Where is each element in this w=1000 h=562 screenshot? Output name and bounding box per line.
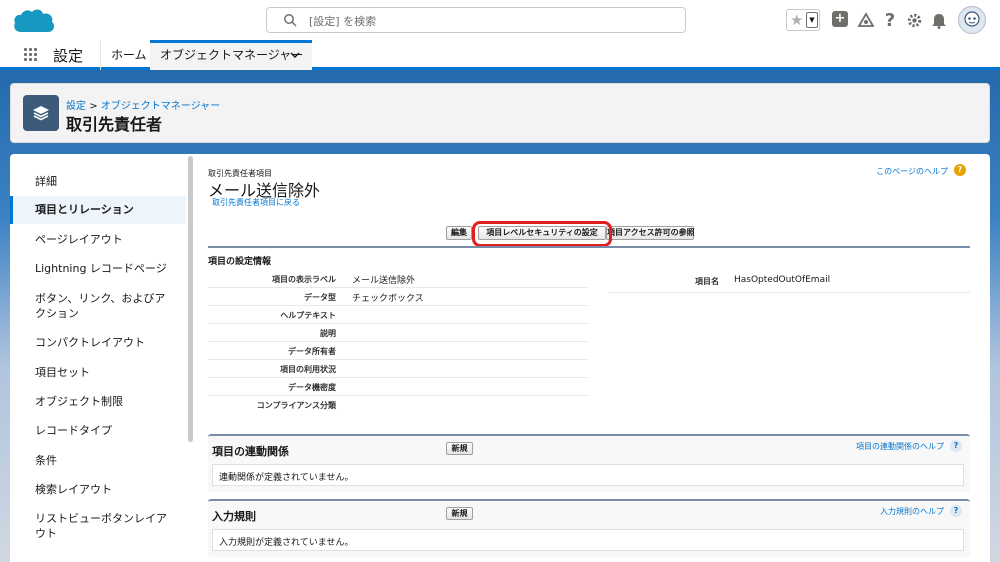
sidebar-item-list-view-buttons[interactable]: リストビューボタンレイアウト [10, 511, 186, 541]
sidebar-item-compact-layouts[interactable]: コンパクトレイアウト [10, 335, 186, 350]
trailhead-icon[interactable] [855, 9, 877, 31]
field-row: データ型 チェックボックス [208, 288, 588, 306]
sidebar-item-record-types[interactable]: レコードタイプ [10, 423, 186, 438]
api-name-value: HasOptedOutOfEmail [734, 275, 831, 285]
breadcrumb: 設定 > オブジェクトマネージャー [66, 97, 220, 112]
related-list-title: 入力規則 [212, 510, 256, 523]
tab-object-manager[interactable]: オブジェクトマネージャー [150, 40, 312, 70]
sidebar-item-field-sets[interactable]: 項目セット [10, 365, 186, 380]
related-list-validation-rules: 入力規則 新規 入力規則のヘルプ ? 入力規則が定義されていません。 [208, 499, 970, 557]
field-value: チェックボックス [352, 294, 424, 304]
layers-icon [23, 95, 59, 131]
object-sidebar: 詳細 項目とリレーション ページレイアウト Lightning レコードページ … [10, 154, 186, 562]
search-placeholder: [設定] を検索 [309, 15, 377, 28]
back-to-fields-link[interactable]: 取引先責任者項目に戻る [212, 197, 300, 208]
field-row: データ機密度 [208, 378, 588, 396]
highlight-annotation [472, 221, 612, 247]
related-list-dependencies: 項目の連動関係 新規 項目の連動関係のヘルプ ? 連動関係が定義されていません。 [208, 434, 970, 492]
add-icon[interactable]: + [832, 11, 848, 27]
sidebar-item-fields[interactable]: 項目とリレーション [10, 196, 186, 224]
related-list-empty: 入力規則が定義されていません。 [212, 529, 964, 551]
app-name: 設定 [53, 47, 84, 65]
sidebar-item-conditions[interactable]: 条件 [10, 453, 186, 468]
field-row: データ所有者 [208, 342, 588, 360]
related-list-title: 項目の連動関係 [212, 445, 289, 458]
field-label: データ型 [304, 293, 336, 302]
main-card: 詳細 項目とリレーション ページレイアウト Lightning レコードページ … [10, 154, 990, 562]
api-name-label: 項目名 [695, 277, 719, 286]
bell-icon[interactable] [928, 9, 950, 31]
field-label: 説明 [320, 329, 336, 338]
gear-icon[interactable] [903, 9, 925, 31]
related-list-help-link[interactable]: 入力規則のヘルプ [880, 506, 944, 517]
field-row: 説明 [208, 324, 588, 342]
field-row: 項目の利用状況 [208, 360, 588, 378]
salesforce-logo[interactable] [12, 6, 58, 38]
new-dependency-button[interactable]: 新規 [446, 442, 473, 455]
global-search-input[interactable]: [設定] を検索 [266, 7, 686, 33]
search-icon [284, 14, 297, 27]
section-title: 項目の設定情報 [208, 257, 272, 267]
page-title: 取引先責任者 [66, 115, 163, 134]
help-icon[interactable]: ? [950, 440, 962, 452]
field-row: コンプライアンス分類 [208, 396, 588, 414]
page-header: 設定 > オブジェクトマネージャー 取引先責任者 [10, 83, 990, 143]
sidebar-item-object-limits[interactable]: オブジェクト制限 [10, 394, 186, 409]
field-label: データ所有者 [288, 347, 336, 356]
field-detail-content: 取引先責任者項目 メール送信除外 取引先責任者項目に戻る このページのヘルプ ?… [206, 154, 970, 562]
field-row: ヘルプテキスト [208, 306, 588, 324]
tab-label: ホーム [111, 48, 147, 62]
chevron-down-icon[interactable]: ▼ [806, 12, 818, 28]
app-navigation: 設定 ホーム オブジェクトマネージャー [0, 40, 1000, 70]
view-field-accessibility-button[interactable]: 項目アクセス許可の参照 [606, 226, 695, 240]
tab-label: オブジェクトマネージャー [160, 48, 304, 62]
field-row: 項目の表示ラベル メール送信除外 [208, 270, 588, 288]
sidebar-item-search-layouts[interactable]: 検索レイアウト [10, 482, 186, 497]
tab-home[interactable]: ホーム [100, 40, 150, 70]
divider [608, 292, 970, 293]
global-header: [設定] を検索 ★ ▼ + ? [0, 0, 1000, 40]
app-launcher-icon[interactable] [24, 48, 38, 62]
page-help-link[interactable]: このページのヘルプ [876, 166, 948, 177]
field-label: コンプライアンス分類 [256, 401, 336, 410]
avatar[interactable] [958, 6, 986, 34]
sidebar-item-lightning-pages[interactable]: Lightning レコードページ [10, 261, 186, 276]
field-label: ヘルプテキスト [280, 311, 336, 320]
help-icon[interactable]: ? [879, 9, 901, 31]
sidebar-scrollbar[interactable] [188, 156, 193, 442]
related-list-empty: 連動関係が定義されていません。 [212, 464, 964, 486]
star-icon: ★ [790, 11, 804, 29]
edit-button[interactable]: 編集 [446, 226, 472, 240]
field-label: データ機密度 [288, 383, 336, 392]
chevron-down-icon[interactable] [290, 52, 300, 59]
field-label: 項目の利用状況 [280, 365, 336, 374]
related-list-help-link[interactable]: 項目の連動関係のヘルプ [856, 441, 944, 452]
sidebar-item-page-layouts[interactable]: ページレイアウト [10, 232, 186, 247]
field-label: 項目の表示ラベル [272, 275, 336, 284]
field-value: メール送信除外 [352, 276, 416, 286]
sidebar-item-details[interactable]: 詳細 [10, 174, 186, 189]
help-icon[interactable]: ? [954, 164, 966, 176]
new-validation-rule-button[interactable]: 新規 [446, 507, 473, 520]
help-icon[interactable]: ? [950, 505, 962, 517]
field-information-section: 項目の設定情報 項目の表示ラベル メール送信除外 データ型 チェックボックス ヘ… [208, 246, 970, 416]
sidebar-item-buttons-links[interactable]: ボタン、リンク、およびアクション [10, 291, 186, 321]
favorites-button[interactable]: ★ ▼ [786, 9, 820, 31]
